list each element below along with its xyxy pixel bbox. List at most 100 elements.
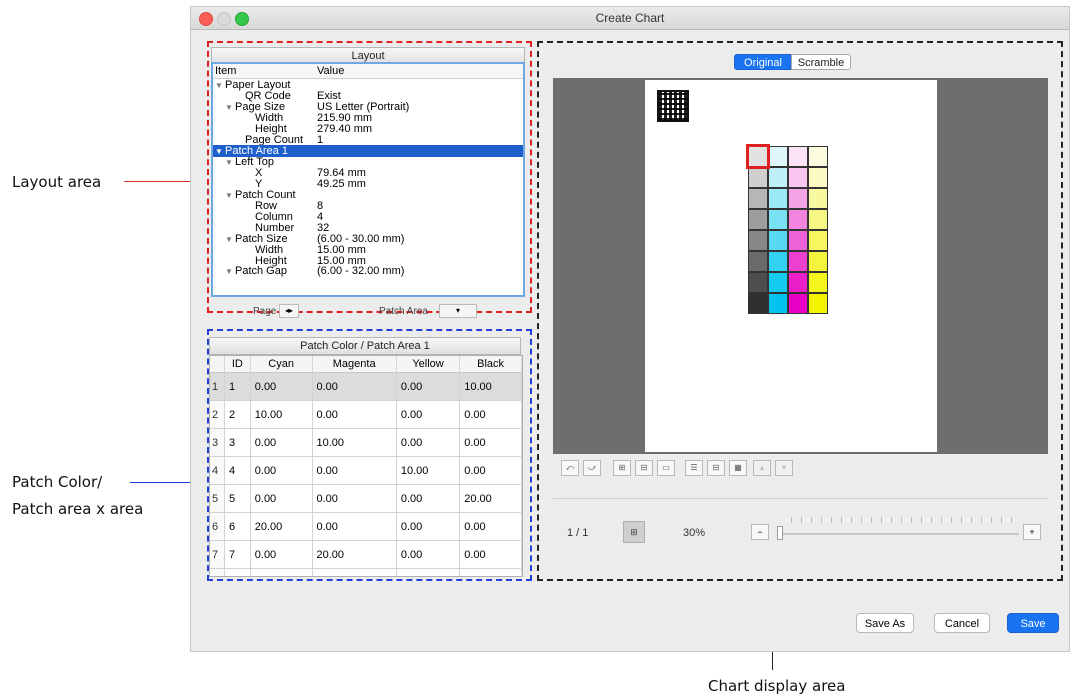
table-row[interactable]: 880.000.0020.000.00: [210, 568, 522, 576]
chart-patch[interactable]: [788, 293, 808, 314]
move-down-icon[interactable]: ▾: [775, 460, 793, 476]
table-row[interactable]: 5 5 0.00 0.00 0.00 20.00: [210, 484, 522, 513]
table-cell[interactable]: 0.00: [250, 484, 313, 513]
table-cell[interactable]: 0.00: [312, 456, 397, 485]
chart-patch[interactable]: [788, 188, 808, 209]
chart-patch[interactable]: [768, 293, 788, 314]
column-header-id[interactable]: ID: [224, 356, 251, 373]
insert-row-icon[interactable]: ⊞: [613, 460, 631, 476]
table-cell[interactable]: 10.00: [250, 400, 313, 429]
layout-tree-row[interactable]: QR Code Exist: [213, 90, 523, 101]
table-cell[interactable]: 4: [224, 456, 251, 485]
column-header-cyan[interactable]: Cyan: [250, 356, 313, 373]
table-cell[interactable]: 3: [224, 428, 251, 457]
zoom-in-icon[interactable]: +: [1023, 524, 1041, 540]
table-cell[interactable]: 0.00: [312, 568, 397, 576]
layout-tree-row[interactable]: ▼ Patch Count: [213, 190, 523, 201]
disclosure-triangle-icon[interactable]: ▼: [225, 267, 235, 277]
chart-patch[interactable]: [748, 209, 768, 230]
table-cell[interactable]: 10.00: [312, 428, 397, 457]
insert-column-icon[interactable]: ⊟: [635, 460, 653, 476]
layout-tree-row[interactable]: X 79.64 mm: [213, 168, 523, 179]
layout-tree[interactable]: Item Value ▼ Paper Layout QR Code Exist ▼ Pag…: [211, 62, 525, 297]
distribute-icon[interactable]: ⊟: [707, 460, 725, 476]
disclosure-triangle-icon[interactable]: ▼: [225, 158, 235, 168]
table-row[interactable]: 2 2 10.00 0.00 0.00 0.00: [210, 400, 522, 429]
table-cell[interactable]: 20.00: [312, 540, 397, 569]
chart-patch[interactable]: [768, 251, 788, 272]
col-value[interactable]: Value: [317, 65, 344, 77]
zoom-slider-track[interactable]: [779, 533, 1019, 535]
table-cell[interactable]: 0.00: [396, 540, 461, 569]
layout-tree-row[interactable]: Row 8: [213, 201, 523, 212]
chart-patch[interactable]: [808, 272, 828, 293]
disclosure-triangle-icon[interactable]: ▼: [225, 103, 235, 113]
chart-patch[interactable]: [788, 146, 808, 167]
table-cell[interactable]: 7: [224, 540, 251, 569]
table-cell[interactable]: 0.00: [312, 484, 397, 513]
table-cell[interactable]: 0.00: [396, 484, 461, 513]
chart-patch[interactable]: [748, 272, 768, 293]
layout-tree-row[interactable]: Column 4: [213, 211, 523, 222]
table-cell[interactable]: 0.00: [459, 512, 522, 541]
table-cell[interactable]: 0.00: [396, 428, 461, 457]
page-stepper[interactable]: ◂▸: [279, 304, 299, 318]
rotate-right-icon[interactable]: ⤻: [583, 460, 601, 476]
layout-tree-row[interactable]: Number 32: [213, 222, 523, 233]
patch-color-table[interactable]: ID Cyan Magenta Yellow Black 1 1 0.00 0.00 0.00 10…: [209, 355, 523, 577]
zoom-out-icon[interactable]: −: [751, 524, 769, 540]
chart-patch[interactable]: [748, 167, 768, 188]
table-row[interactable]: 3 3 0.00 10.00 0.00 0.00: [210, 428, 522, 457]
layout-tree-row[interactable]: ▼ Page Size US Letter (Portrait): [213, 101, 523, 113]
table-cell[interactable]: 0.00: [396, 400, 461, 429]
layout-tree-row[interactable]: ▼ Patch Size (6.00 - 30.00 mm): [213, 233, 523, 245]
table-cell[interactable]: 20.00: [459, 484, 522, 513]
chart-patch[interactable]: [768, 188, 788, 209]
chart-patch[interactable]: [748, 188, 768, 209]
chart-patch[interactable]: [748, 293, 768, 314]
chart-patch[interactable]: [748, 251, 768, 272]
disclosure-triangle-icon[interactable]: ▼: [215, 81, 225, 91]
disclosure-triangle-icon[interactable]: ▼: [225, 191, 235, 201]
column-header-yellow[interactable]: Yellow: [396, 356, 461, 373]
table-cell[interactable]: 20.00: [396, 568, 461, 576]
table-cell[interactable]: 1: [224, 372, 251, 401]
column-header-black[interactable]: Black: [459, 356, 522, 373]
table-cell[interactable]: 0.00: [459, 568, 522, 576]
table-cell[interactable]: 0.00: [396, 372, 461, 401]
table-cell[interactable]: 0.00: [396, 512, 461, 541]
chart-patch[interactable]: [808, 146, 828, 167]
chart-patch[interactable]: [768, 272, 788, 293]
table-cell[interactable]: 2: [224, 400, 251, 429]
table-cell[interactable]: 0.00: [459, 400, 522, 429]
col-item[interactable]: Item: [215, 65, 236, 77]
chart-patch[interactable]: [768, 230, 788, 251]
table-row[interactable]: 6 6 20.00 0.00 0.00 0.00: [210, 512, 522, 541]
table-cell[interactable]: 10.00: [459, 372, 522, 401]
table-cell[interactable]: 0.00: [250, 540, 313, 569]
chart-patch[interactable]: [808, 251, 828, 272]
zoom-slider-thumb[interactable]: [777, 526, 783, 540]
table-row[interactable]: 1 1 0.00 0.00 0.00 10.00: [210, 372, 522, 401]
chart-patch[interactable]: [748, 230, 768, 251]
table-cell[interactable]: 0.00: [250, 568, 313, 576]
chart-patch[interactable]: [788, 167, 808, 188]
chart-patch[interactable]: [788, 272, 808, 293]
chart-patch[interactable]: [768, 209, 788, 230]
disclosure-triangle-icon[interactable]: ▼: [225, 235, 235, 245]
column-header-magenta[interactable]: Magenta: [312, 356, 397, 373]
tab-original[interactable]: Original: [734, 54, 792, 70]
save-as-button[interactable]: Save As: [856, 613, 914, 633]
layout-tree-row[interactable]: Y 49.25 mm: [213, 179, 523, 190]
chart-patch[interactable]: [808, 230, 828, 251]
table-cell[interactable]: 0.00: [459, 540, 522, 569]
table-cell[interactable]: 0.00: [459, 456, 522, 485]
table-row[interactable]: 4 4 0.00 0.00 10.00 0.00: [210, 456, 522, 485]
chart-patch[interactable]: [808, 293, 828, 314]
table-cell[interactable]: 0.00: [459, 428, 522, 457]
table-cell[interactable]: 0.00: [312, 400, 397, 429]
table-cell[interactable]: 8: [224, 568, 251, 576]
table-cell[interactable]: 6: [224, 512, 251, 541]
chart-canvas[interactable]: [553, 78, 1048, 454]
delete-icon[interactable]: ▭: [657, 460, 675, 476]
